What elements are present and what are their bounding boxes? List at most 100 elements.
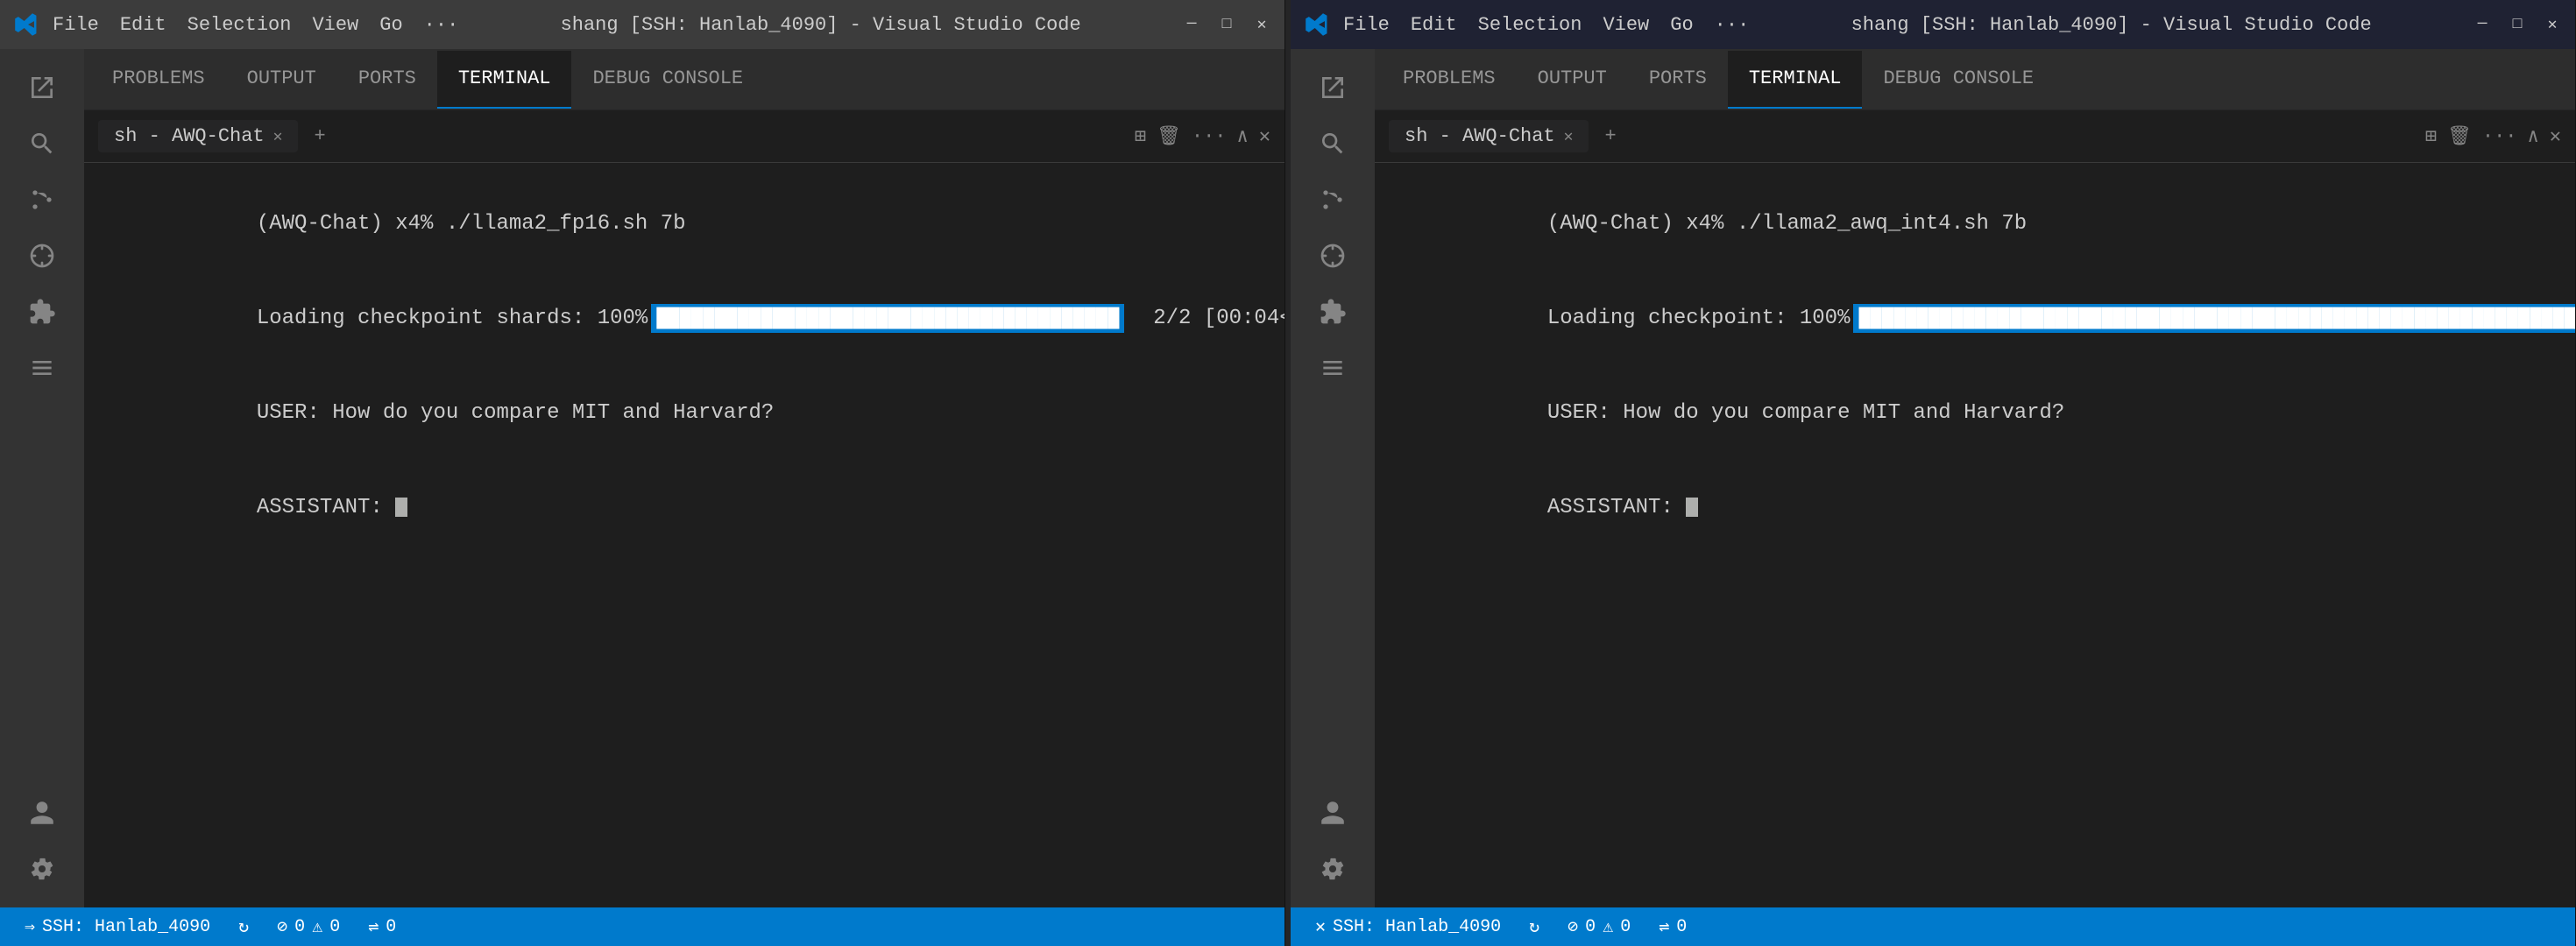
menu-more-right[interactable]: ··· (1715, 14, 1750, 36)
terminal-add-button-right[interactable]: + (1596, 122, 1624, 151)
maximize-button-left[interactable]: □ (1218, 16, 1235, 33)
menu-selection-left[interactable]: Selection (188, 14, 292, 36)
statusbar-remote-right[interactable]: ✕ SSH: Hanlab_4090 (1301, 907, 1515, 946)
terminal-trash-icon-left[interactable]: 🗑 (1157, 125, 1181, 148)
maximize-button-right[interactable]: □ (2509, 16, 2526, 33)
window-title-left: shang [SSH: Hanlab_4090] - Visual Studio… (472, 14, 1169, 36)
activity-explorer-right[interactable] (1308, 63, 1357, 112)
statusbar-errors-right[interactable]: ⊘ 0 ⚠ 0 (1553, 907, 1645, 946)
menu-view-left[interactable]: View (312, 14, 358, 36)
vscode-icon-right (1305, 12, 1329, 37)
activity-debug-right[interactable] (1308, 231, 1357, 280)
statusbar-ports-left[interactable]: ⇌ 0 (354, 907, 410, 946)
activity-explorer-left[interactable] (18, 63, 67, 112)
terminal-line4-right: ASSISTANT: (1396, 461, 2554, 555)
warning-icon-left: ⚠ (312, 915, 322, 938)
activity-settings-left[interactable] (18, 844, 67, 893)
activity-remote-right[interactable] (1308, 343, 1357, 392)
terminal-cmd1-left: (AWQ-Chat) x4% ./llama2_fp16.sh 7b (257, 212, 686, 236)
terminal-tab-label-right: sh - AWQ-Chat (1405, 125, 1555, 147)
terminal-split-icon-right[interactable]: ⊞ (2425, 125, 2437, 148)
terminal-output-left[interactable]: (AWQ-Chat) x4% ./llama2_fp16.sh 7b Loadi… (84, 163, 1284, 907)
close-button-left[interactable]: ✕ (1253, 16, 1270, 33)
panel-tabbar-right: PROBLEMS OUTPUT PORTS TERMINAL DEBUG CON… (1375, 49, 2575, 110)
error-icon-right: ⊘ (1568, 915, 1578, 938)
minimize-button-left[interactable]: ─ (1183, 16, 1200, 33)
terminal-chevron-icon-right[interactable]: ∧ (2528, 125, 2539, 148)
terminal-tab-label-left: sh - AWQ-Chat (114, 125, 265, 147)
activity-scm-right[interactable] (1308, 175, 1357, 224)
activity-remote-left[interactable] (18, 343, 67, 392)
remote-icon-right: ✕ (1315, 915, 1326, 938)
terminal-tab-left[interactable]: sh - AWQ-Chat ✕ (98, 120, 298, 152)
menu-file-right[interactable]: File (1343, 14, 1390, 36)
tab-debug-console-left[interactable]: DEBUG CONSOLE (571, 51, 764, 109)
tab-terminal-right[interactable]: TERMINAL (1728, 51, 1863, 109)
tab-output-left[interactable]: OUTPUT (226, 51, 337, 109)
activity-search-right[interactable] (1308, 119, 1357, 168)
statusbar-sync-right[interactable]: ↻ (1515, 907, 1553, 946)
activity-extensions-right[interactable] (1308, 287, 1357, 336)
activity-account-left[interactable] (18, 788, 67, 837)
window-inner-right: PROBLEMS OUTPUT PORTS TERMINAL DEBUG CON… (1291, 49, 2575, 907)
statusbar-sync-left[interactable]: ↻ (224, 907, 263, 946)
menu-edit-left[interactable]: Edit (120, 14, 166, 36)
statusbar-ports-right[interactable]: ⇌ 0 (1645, 907, 1701, 946)
menu-left[interactable]: File Edit Selection View Go ··· (53, 14, 458, 36)
menu-view-right[interactable]: View (1603, 14, 1649, 36)
activity-settings-right[interactable] (1308, 844, 1357, 893)
terminal-chevron-icon-left[interactable]: ∧ (1237, 125, 1249, 148)
error-count-left: 0 (294, 917, 305, 937)
statusbar-errors-left[interactable]: ⊘ 0 ⚠ 0 (263, 907, 354, 946)
terminal-tab-close-right[interactable]: ✕ (1564, 127, 1574, 146)
terminal-close-icon-right[interactable]: ✕ (2550, 125, 2561, 148)
terminal-add-button-left[interactable]: + (305, 122, 334, 151)
activity-scm-left[interactable] (18, 175, 67, 224)
tab-ports-left[interactable]: PORTS (337, 51, 437, 109)
menu-more-left[interactable]: ··· (424, 14, 459, 36)
terminal-loading-text-right: Loading checkpoint: 100% (1547, 307, 1851, 330)
tab-problems-right[interactable]: PROBLEMS (1382, 51, 1517, 109)
activity-bar-right (1291, 49, 1375, 907)
terminal-trash-icon-right[interactable]: 🗑 (2447, 125, 2472, 148)
warning-icon-right: ⚠ (1603, 915, 1613, 938)
activity-extensions-left[interactable] (18, 287, 67, 336)
tab-debug-console-right[interactable]: DEBUG CONSOLE (1862, 51, 2055, 109)
terminal-line1-left: (AWQ-Chat) x4% ./llama2_fp16.sh 7b (105, 177, 1263, 272)
statusbar-right-items: ✕ SSH: Hanlab_4090 ↻ ⊘ 0 ⚠ 0 ⇌ 0 (1291, 907, 1711, 946)
error-icon-left: ⊘ (277, 915, 287, 938)
menu-file-left[interactable]: File (53, 14, 99, 36)
menu-right[interactable]: File Edit Selection View Go ··· (1343, 14, 1749, 36)
terminal-user-prompt-left: USER: How do you compare MIT and Harvard… (257, 401, 775, 425)
window-controls-left: ─ □ ✕ (1183, 16, 1270, 33)
terminal-split-icon-left[interactable]: ⊞ (1135, 125, 1146, 148)
terminal-user-prompt-right: USER: How do you compare MIT and Harvard… (1547, 401, 2065, 425)
statusbar-remote-left[interactable]: ⇒ SSH: Hanlab_4090 (11, 907, 224, 946)
vscode-window-right: File Edit Selection View Go ··· shang [S… (1291, 0, 2576, 946)
ports-count-right: 0 (1676, 917, 1687, 937)
terminal-output-right[interactable]: (AWQ-Chat) x4% ./llama2_awq_int4.sh 7b L… (1375, 163, 2575, 907)
tab-terminal-left[interactable]: TERMINAL (437, 51, 572, 109)
menu-go-left[interactable]: Go (379, 14, 402, 36)
tab-problems-left[interactable]: PROBLEMS (91, 51, 226, 109)
progress-bar-right: ████████████████████████████████████████… (1853, 304, 2575, 333)
activity-debug-left[interactable] (18, 231, 67, 280)
tab-output-right[interactable]: OUTPUT (1517, 51, 1628, 109)
terminal-tab-right[interactable]: sh - AWQ-Chat ✕ (1389, 120, 1589, 152)
terminal-tabbar-left: sh - AWQ-Chat ✕ + ⊞ 🗑 ··· ∧ ✕ (84, 110, 1284, 163)
menu-selection-right[interactable]: Selection (1478, 14, 1582, 36)
minimize-button-right[interactable]: ─ (2473, 16, 2491, 33)
activity-search-left[interactable] (18, 119, 67, 168)
menu-edit-right[interactable]: Edit (1411, 14, 1457, 36)
terminal-tab-close-left[interactable]: ✕ (273, 127, 283, 146)
activity-account-right[interactable] (1308, 788, 1357, 837)
tab-ports-right[interactable]: PORTS (1628, 51, 1728, 109)
terminal-assistant-label-left: ASSISTANT: (257, 496, 395, 519)
close-button-right[interactable]: ✕ (2544, 16, 2561, 33)
terminal-line3-left: USER: How do you compare MIT and Harvard… (105, 366, 1263, 461)
menu-go-right[interactable]: Go (1670, 14, 1693, 36)
terminal-more-icon-left[interactable]: ··· (1192, 125, 1227, 147)
terminal-more-icon-right[interactable]: ··· (2482, 125, 2517, 147)
terminal-close-icon-left[interactable]: ✕ (1259, 125, 1270, 148)
terminal-cursor-right (1686, 498, 1698, 517)
